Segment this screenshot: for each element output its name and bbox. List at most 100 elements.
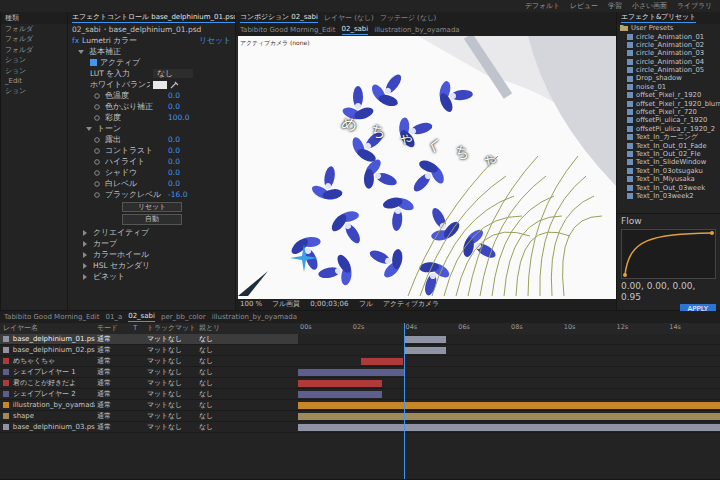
property-value[interactable]: 0.0 bbox=[168, 102, 180, 111]
stopwatch-icon[interactable] bbox=[94, 180, 102, 187]
timeline-tab[interactable]: 01_a bbox=[106, 313, 123, 321]
preset-item[interactable]: offset_Pixel_r_1920 bbox=[617, 91, 720, 99]
parent-dropdown[interactable]: なし bbox=[199, 401, 219, 409]
parent-dropdown[interactable]: なし bbox=[199, 357, 219, 365]
layer-row[interactable]: shape通常マットなしなし bbox=[0, 411, 298, 422]
viewer-tab[interactable]: フッテージ (なし) bbox=[380, 14, 437, 22]
eyedropper-icon[interactable] bbox=[170, 80, 179, 89]
viewer-tab[interactable]: コンポジション 02_sabi bbox=[240, 13, 318, 22]
layer-row[interactable]: base_delphinium_03.psd通常マットなしなし bbox=[0, 422, 298, 433]
workspace-tab[interactable]: ライブラリ bbox=[677, 2, 712, 10]
parent-dropdown[interactable]: なし bbox=[199, 412, 219, 420]
active-checkbox[interactable] bbox=[90, 59, 97, 66]
layer-bar[interactable] bbox=[404, 347, 446, 354]
twirl-icon[interactable] bbox=[82, 240, 90, 247]
timeline-tab[interactable]: 02_sabi bbox=[128, 312, 155, 321]
workspace-tab[interactable]: 小さい画面 bbox=[632, 2, 667, 10]
layer-row[interactable]: illustration_by_oyamada通常マットなしなし bbox=[0, 400, 298, 411]
layer-name[interactable]: base_delphinium_03.psd bbox=[13, 423, 95, 431]
project-item[interactable]: ション bbox=[1, 66, 67, 76]
layer-bar[interactable] bbox=[298, 402, 720, 409]
stopwatch-icon[interactable] bbox=[94, 114, 102, 121]
layer-bar[interactable] bbox=[298, 424, 720, 431]
preset-item[interactable]: offset_Pixel_r_720 bbox=[617, 108, 720, 116]
viewer-control[interactable]: アクティブカメラ bbox=[383, 300, 439, 308]
project-item[interactable]: ション bbox=[1, 55, 67, 65]
timeline-tab[interactable]: illustration_by_oyamada bbox=[212, 313, 297, 321]
stopwatch-icon[interactable] bbox=[94, 92, 102, 99]
preset-item[interactable]: circle_Animation_02 bbox=[617, 41, 720, 49]
wb-swatch[interactable] bbox=[153, 81, 167, 89]
parent-dropdown[interactable]: なし bbox=[199, 346, 219, 354]
label-color[interactable] bbox=[3, 402, 9, 408]
layer-row[interactable]: シェイプレイヤー 1通常マットなしなし bbox=[0, 367, 298, 378]
viewer-control[interactable]: フル画質 bbox=[272, 300, 300, 308]
workspace-tab[interactable]: レビュー bbox=[570, 2, 598, 10]
mode-dropdown[interactable]: 通常 bbox=[97, 423, 131, 431]
matte-dropdown[interactable]: マットなし bbox=[147, 390, 197, 398]
panel-button[interactable]: リセット bbox=[122, 202, 182, 212]
label-color[interactable] bbox=[3, 369, 9, 375]
playhead[interactable] bbox=[404, 323, 405, 479]
layer-row[interactable]: シェイプレイヤー 2通常マットなしなし bbox=[0, 389, 298, 400]
parent-dropdown[interactable]: なし bbox=[199, 390, 219, 398]
layer-row[interactable]: めちゃくちゃ 通常 マットなしなし bbox=[0, 356, 298, 367]
preset-item[interactable]: Text_In_03otsugaku bbox=[617, 167, 720, 175]
viewer-control[interactable]: フル bbox=[359, 300, 373, 308]
project-item[interactable]: _Edit bbox=[1, 76, 67, 86]
stopwatch-icon[interactable] bbox=[94, 169, 102, 176]
preset-item[interactable]: Drop_shadow bbox=[617, 74, 720, 82]
stopwatch-icon[interactable] bbox=[94, 191, 102, 198]
flow-values[interactable]: 0.00, 0.00, 0.00, 0.95 bbox=[621, 281, 716, 303]
stopwatch-icon[interactable] bbox=[94, 147, 102, 154]
preset-item[interactable]: Text_In_Out_03week bbox=[617, 183, 720, 191]
time-ruler[interactable]: 00s02s04s06s08s10s12s14s bbox=[298, 323, 720, 334]
preset-item[interactable]: circle_Animation_04 bbox=[617, 58, 720, 66]
stopwatch-icon[interactable] bbox=[94, 136, 102, 143]
stopwatch-icon[interactable] bbox=[94, 103, 102, 110]
viewer-control[interactable]: 100 % bbox=[240, 300, 262, 308]
project-item[interactable]: フォルダ bbox=[1, 45, 67, 55]
label-color[interactable] bbox=[3, 336, 9, 342]
mode-dropdown[interactable]: 通常 bbox=[97, 357, 131, 365]
matte-dropdown[interactable]: マットなし bbox=[147, 357, 197, 365]
label-color[interactable] bbox=[3, 424, 9, 430]
layer-row[interactable]: base_delphinium_02.psd通常マットなしなし bbox=[0, 345, 298, 356]
matte-dropdown[interactable]: マットなし bbox=[147, 346, 197, 354]
layer-name[interactable]: illustration_by_oyamada bbox=[13, 401, 95, 409]
label-color[interactable] bbox=[3, 358, 9, 364]
stopwatch-icon[interactable] bbox=[94, 158, 102, 165]
layer-row[interactable]: base_delphinium_01.psd通常マットなしなし bbox=[0, 334, 298, 345]
parent-dropdown[interactable]: なし bbox=[199, 379, 219, 387]
layer-name[interactable]: base_delphinium_01.psd bbox=[13, 335, 95, 343]
property-value[interactable]: 0.0 bbox=[168, 146, 180, 155]
mode-dropdown[interactable]: 通常 bbox=[97, 379, 131, 387]
viewer-tab[interactable]: レイヤー (なし) bbox=[324, 14, 374, 22]
parent-dropdown[interactable]: なし bbox=[199, 368, 219, 376]
layer-name[interactable]: めちゃくちゃ bbox=[13, 357, 55, 365]
mode-dropdown[interactable]: 通常 bbox=[97, 401, 131, 409]
twirl-icon[interactable] bbox=[82, 262, 90, 269]
preset-folder[interactable]: User Presets bbox=[617, 24, 720, 32]
preset-item[interactable]: offset_Pixel_r_1920_blurred bbox=[617, 100, 720, 108]
mode-dropdown[interactable]: 通常 bbox=[97, 368, 131, 376]
twirl-icon[interactable] bbox=[82, 229, 90, 236]
preset-item[interactable]: Text_In_SlideWindow bbox=[617, 158, 720, 166]
curve-graph[interactable] bbox=[621, 229, 716, 279]
preset-item[interactable]: Text_In_Miyusaka bbox=[617, 175, 720, 183]
twirl-icon[interactable] bbox=[82, 273, 90, 280]
property-value[interactable]: -16.0 bbox=[168, 190, 187, 199]
layer-name[interactable]: シェイプレイヤー 2 bbox=[13, 390, 76, 398]
timeline-tab[interactable]: Tabibito Good Morning_Edit bbox=[4, 313, 100, 321]
comp-canvas[interactable]: アクティブカメラ (none)めちゃくちゃ bbox=[236, 36, 616, 299]
track-area[interactable]: 00s02s04s06s08s10s12s14s bbox=[298, 323, 720, 479]
fx-badge[interactable]: fx bbox=[72, 36, 79, 45]
project-item[interactable]: ション bbox=[1, 86, 67, 96]
preset-item[interactable]: offsetPi_ulica_r_1920 bbox=[617, 116, 720, 124]
preset-item[interactable]: Text_In_カーニング bbox=[617, 133, 720, 141]
twirl-icon[interactable] bbox=[82, 251, 90, 258]
comp-tab[interactable]: illustration_by_oyamada bbox=[374, 26, 459, 34]
property-value[interactable]: 0.0 bbox=[168, 157, 180, 166]
property-value[interactable]: 0.0 bbox=[168, 91, 180, 100]
layer-bar[interactable] bbox=[298, 391, 382, 398]
